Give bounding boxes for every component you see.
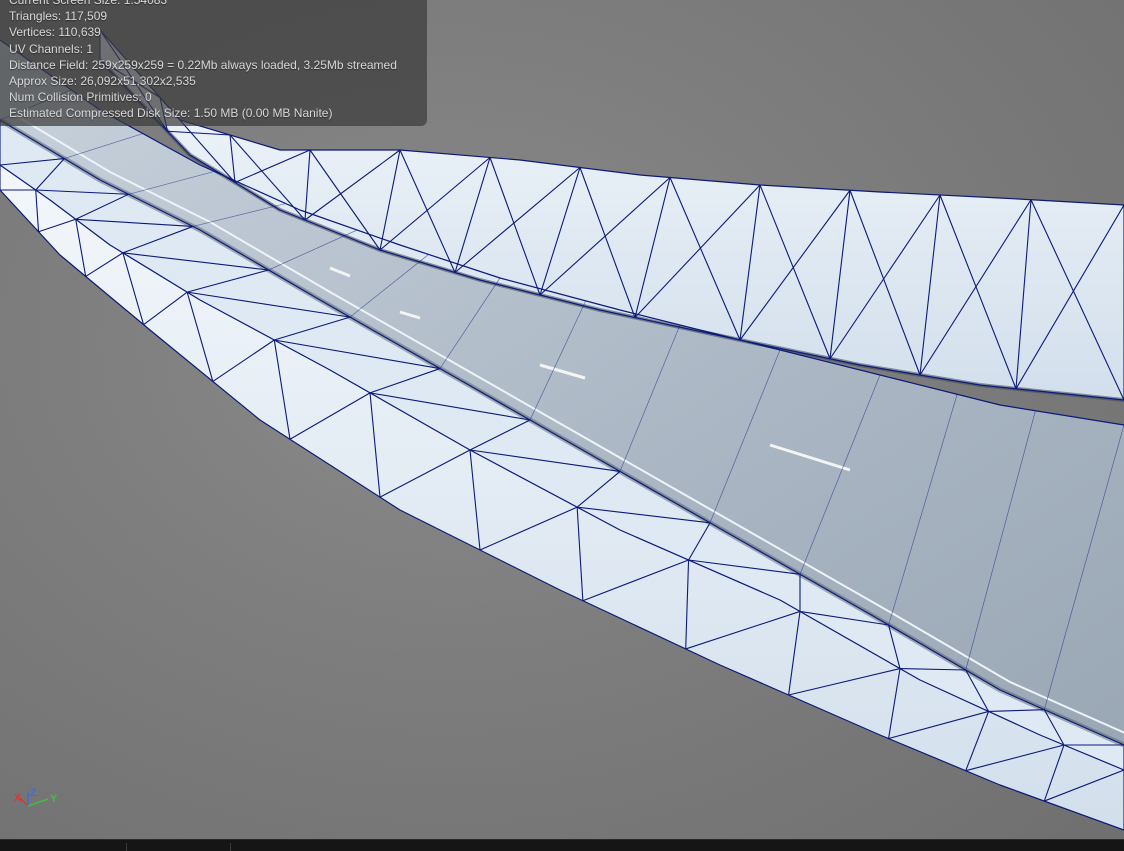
stat-current-screen-size: Current Screen Size: 1.54083	[9, 0, 168, 7]
stat-uv-channels: UV Channels: 1	[9, 41, 94, 56]
stat-num-collision-primitives: Num Collision Primitives: 0	[9, 90, 152, 105]
axis-x-label: X	[14, 792, 22, 804]
stat-vertices: Vertices: 110,639	[9, 25, 101, 40]
axis-z-label: Z	[30, 787, 37, 799]
stat-triangles: Triangles: 117,509	[9, 9, 108, 24]
stat-distance-field: Distance Field: 259x259x259 = 0.22Mb alw…	[9, 57, 397, 72]
axis-gizmo-icon: X Z Y	[12, 786, 72, 816]
static-mesh-viewport[interactable]: Current Screen Size: 1.54083 Triangles: …	[0, 0, 1124, 851]
viewport-bottom-bar	[0, 839, 1124, 851]
mesh-stats-panel: Current Screen Size: 1.54083 Triangles: …	[0, 0, 427, 126]
axis-y-label: Y	[50, 793, 58, 805]
bridge-mesh-icon	[0, 29, 1124, 831]
stat-estimated-disk-size: Estimated Compressed Disk Size: 1.50 MB …	[9, 106, 333, 121]
road-deck	[0, 40, 1124, 745]
stat-approx-size: Approx Size: 26,092x51,302x2,535	[9, 74, 196, 89]
